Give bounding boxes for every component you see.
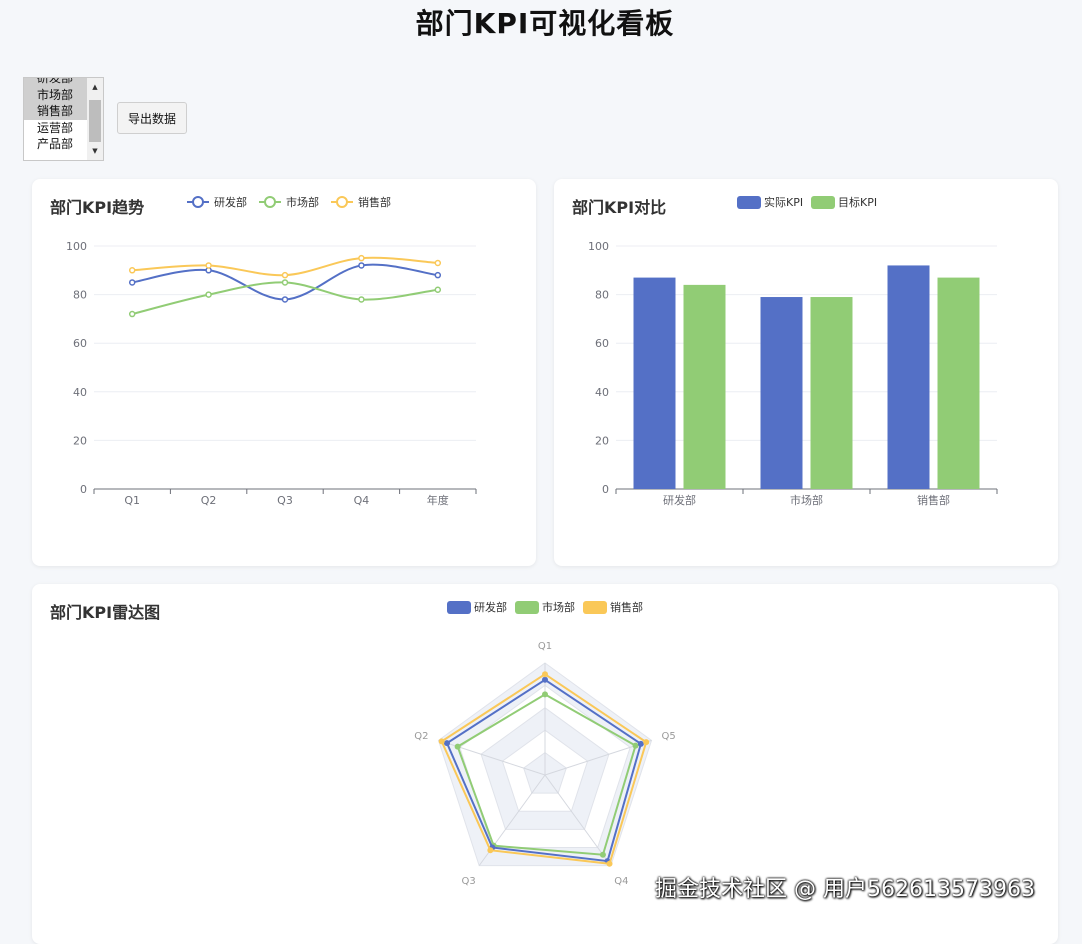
data-point: [205, 262, 212, 269]
data-point: [205, 291, 212, 298]
scroll-up-icon[interactable]: ▲: [87, 80, 103, 94]
legend-label: 研发部: [214, 195, 247, 209]
bar: [633, 277, 676, 489]
legend-swatch: [737, 196, 761, 209]
data-point: [281, 296, 289, 303]
x-tick-label: 年度: [427, 493, 449, 507]
data-point: [281, 279, 289, 286]
y-tick-label: 60: [73, 337, 87, 350]
bar: [810, 297, 853, 489]
y-tick-label: 100: [66, 240, 87, 253]
legend-marker: [264, 196, 276, 208]
bar: [683, 284, 726, 489]
compare-bar-chart: 0 20 40 60 80 100 研发部 市场部 销售部 实际KPI 目标KPI: [588, 195, 998, 507]
y-tick-label: 20: [595, 434, 609, 447]
radar-point: [542, 691, 548, 698]
y-tick-label: 0: [80, 483, 87, 496]
x-tick-label: Q4: [354, 494, 370, 507]
radar-indicator-label: Q3: [461, 876, 475, 887]
data-point: [434, 286, 442, 293]
page-title: 部门KPI可视化看板: [415, 7, 675, 40]
x-tick-label: 销售部: [917, 493, 950, 507]
y-tick-label: 80: [73, 289, 87, 302]
radar-point: [438, 738, 445, 745]
legend-swatch: [583, 601, 607, 614]
department-list-scrollbar[interactable]: ▲ ▼: [87, 78, 103, 160]
department-option[interactable]: 销售部: [24, 103, 88, 120]
scroll-thumb[interactable]: [89, 100, 101, 142]
legend-swatch: [447, 601, 471, 614]
trend-chart-card: 部门KPI趋势 0 20 40 60 80 100 Q1 Q2 Q3 Q4 年度 研发部 市场部 销售部: [32, 179, 536, 566]
export-data-button[interactable]: 导出数据: [117, 102, 187, 134]
data-point: [281, 271, 289, 279]
department-option[interactable]: 产品部: [24, 136, 88, 153]
radar-point: [444, 740, 451, 747]
radar-point: [487, 847, 494, 854]
radar-point: [542, 676, 548, 683]
y-tick-label: 40: [73, 386, 87, 399]
bar: [760, 297, 803, 489]
department-option[interactable]: 市场部: [24, 86, 88, 103]
data-point: [358, 254, 365, 262]
data-point: [128, 267, 136, 274]
legend-label: 市场部: [542, 600, 575, 614]
y-tick-label: 80: [595, 289, 609, 302]
radar-point: [637, 740, 644, 747]
data-point: [128, 279, 136, 286]
y-tick-label: 100: [588, 240, 609, 253]
legend-label: 研发部: [474, 600, 507, 614]
department-option[interactable]: 运营部: [24, 120, 88, 137]
x-tick-label: Q1: [124, 494, 140, 507]
y-tick-label: 60: [595, 337, 609, 350]
radar-indicator-label: Q2: [414, 731, 428, 742]
legend-label: 目标KPI: [838, 195, 877, 209]
legend-marker: [192, 196, 204, 208]
department-options: 研发部 市场部 销售部 运营部 产品部: [24, 78, 88, 153]
x-tick-label: Q2: [201, 494, 217, 507]
radar-point: [643, 739, 650, 746]
department-option[interactable]: 研发部: [24, 78, 88, 87]
y-tick-label: 20: [73, 434, 87, 447]
radar-point: [454, 743, 461, 750]
radar-point: [599, 851, 606, 858]
data-point: [434, 271, 442, 279]
radar-point: [632, 742, 639, 749]
legend-marker: [336, 196, 348, 208]
radar-indicator-label: Q5: [662, 731, 676, 742]
legend-swatch: [811, 196, 835, 209]
legend-label: 实际KPI: [764, 195, 803, 209]
legend-label: 市场部: [286, 195, 319, 209]
radar-point: [606, 860, 613, 867]
x-tick-label: Q3: [277, 494, 293, 507]
trend-line-chart: 0 20 40 60 80 100 Q1 Q2 Q3 Q4 年度 研发部 市场部 销售部: [66, 195, 477, 507]
bar: [937, 277, 980, 489]
data-point: [358, 296, 365, 303]
data-point: [434, 259, 442, 267]
legend-label: 销售部: [610, 600, 643, 614]
bar: [887, 265, 930, 489]
data-point: [358, 262, 365, 269]
radar-point: [542, 671, 548, 678]
legend-label: 销售部: [358, 195, 391, 209]
y-tick-label: 0: [602, 483, 609, 496]
radar-indicator-label: Q4: [614, 876, 628, 887]
x-tick-label: 研发部: [663, 493, 696, 507]
compare-chart-card: 部门KPI对比 0 20 40 60 80 100 研发部 市场部 销售部 实际KPI 目标KPI: [554, 179, 1058, 566]
department-multiselect[interactable]: 研发部 市场部 销售部 运营部 产品部 ▲ ▼: [23, 77, 104, 161]
data-point: [128, 310, 136, 318]
y-tick-label: 40: [595, 386, 609, 399]
legend-swatch: [515, 601, 539, 614]
scroll-down-icon[interactable]: ▼: [87, 144, 103, 158]
radar-indicator-label: Q1: [538, 641, 552, 652]
x-tick-label: 市场部: [790, 493, 823, 507]
watermark: 掘金技术社区 @ 用户562613573963: [655, 877, 1035, 902]
